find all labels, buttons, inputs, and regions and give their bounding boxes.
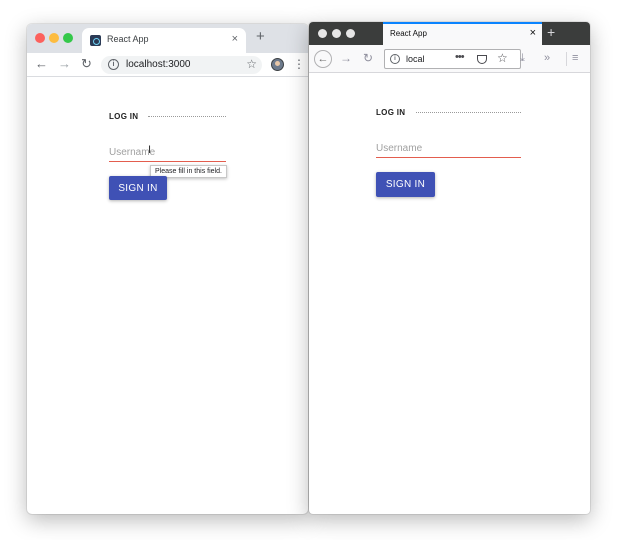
firefox-tab-strip: React App × +	[309, 22, 590, 45]
reload-icon[interactable]: ↻	[363, 51, 373, 65]
close-tab-icon[interactable]: ×	[232, 32, 238, 46]
url-fade-overlay	[425, 52, 443, 67]
text-cursor-icon: I	[148, 144, 152, 156]
sign-in-button[interactable]: SIGN IN	[109, 176, 167, 200]
chrome-toolbar: ← → ↻ i localhost:3000 ☆ ⋮	[27, 53, 308, 77]
maximize-window-button[interactable]	[63, 33, 73, 43]
tab-title: React App	[390, 29, 427, 38]
site-info-icon[interactable]: i	[390, 54, 400, 64]
address-bar[interactable]: i local ••• ☆	[384, 49, 521, 69]
heading-divider	[416, 112, 521, 113]
overflow-icon[interactable]: »	[544, 51, 550, 65]
react-favicon-icon	[90, 35, 101, 46]
chrome-tab-strip: React App × +	[27, 24, 308, 53]
forward-icon[interactable]: →	[340, 51, 352, 65]
firefox-window: React App × + ← → ↻ i local ••• ☆ ⤓ » ≡ …	[309, 22, 590, 514]
chrome-tab-react-app[interactable]: React App ×	[82, 28, 246, 53]
close-tab-icon[interactable]: ×	[530, 27, 536, 39]
tab-title: React App	[107, 34, 149, 44]
kebab-menu-icon[interactable]: ⋮	[293, 57, 305, 71]
hamburger-menu-icon[interactable]: ≡	[572, 51, 578, 65]
firefox-toolbar: ← → ↻ i local ••• ☆ ⤓ » ≡	[309, 45, 590, 73]
back-icon[interactable]: ←	[314, 50, 332, 68]
chrome-window: React App × + ← → ↻ i localhost:3000 ☆ ⋮…	[27, 24, 308, 514]
url-text[interactable]: localhost:3000	[126, 59, 191, 70]
bookmark-star-icon[interactable]: ☆	[497, 51, 508, 65]
minimize-window-button[interactable]	[332, 29, 341, 38]
pocket-icon[interactable]	[477, 55, 487, 64]
username-input[interactable]	[376, 139, 521, 158]
heading-divider	[148, 116, 226, 117]
site-info-icon[interactable]: i	[108, 59, 119, 70]
reload-icon[interactable]: ↻	[81, 57, 92, 71]
download-icon[interactable]: ⤓	[520, 51, 525, 65]
address-bar[interactable]: i localhost:3000 ☆	[101, 56, 262, 74]
new-tab-button[interactable]: +	[547, 24, 555, 40]
maximize-window-button[interactable]	[346, 29, 355, 38]
bookmark-star-icon[interactable]: ☆	[246, 57, 257, 71]
firefox-tab-react-app[interactable]: React App ×	[383, 22, 542, 45]
close-window-button[interactable]	[35, 33, 45, 43]
close-window-button[interactable]	[318, 29, 327, 38]
sign-in-button[interactable]: SIGN IN	[376, 172, 435, 197]
login-heading: LOG IN	[109, 112, 139, 121]
profile-avatar-icon[interactable]	[271, 58, 284, 71]
url-text[interactable]: local	[406, 54, 425, 64]
page-actions-icon[interactable]: •••	[455, 51, 465, 63]
toolbar-separator	[566, 52, 567, 66]
minimize-window-button[interactable]	[49, 33, 59, 43]
login-heading: LOG IN	[376, 108, 406, 117]
new-tab-button[interactable]: +	[256, 29, 265, 45]
back-icon[interactable]: ←	[35, 57, 48, 71]
forward-icon[interactable]: →	[58, 57, 71, 71]
username-input[interactable]	[109, 144, 226, 162]
